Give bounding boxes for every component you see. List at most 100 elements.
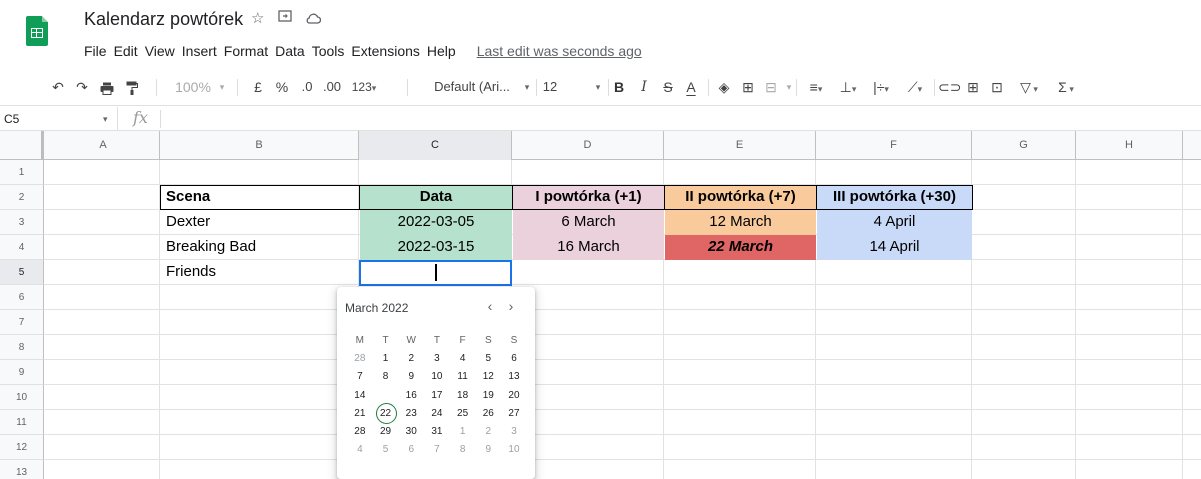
menu-insert[interactable]: Insert xyxy=(182,43,217,59)
menu-file[interactable]: File xyxy=(84,43,107,59)
menu-view[interactable]: View xyxy=(145,43,175,59)
strikethrough-button[interactable]: S xyxy=(660,68,676,106)
undo-icon[interactable]: ↶ xyxy=(48,68,68,106)
day-cell[interactable]: 1 xyxy=(373,350,399,368)
merge-cells-icon[interactable]: ⊟ xyxy=(761,68,781,106)
font-size-chevron-icon[interactable]: ▾ xyxy=(592,68,604,106)
font-select[interactable]: Default (Ari... xyxy=(424,68,520,106)
format-percent-button[interactable]: % xyxy=(275,68,289,106)
document-title[interactable]: Kalendarz powtórek xyxy=(84,9,243,30)
day-cell[interactable]: 12 xyxy=(475,368,501,386)
day-cell[interactable]: 6 xyxy=(398,441,424,459)
day-cell[interactable]: 31 xyxy=(424,423,450,441)
row-header-8[interactable]: 8 xyxy=(0,335,44,360)
day-cell[interactable]: 5 xyxy=(373,441,399,459)
cell-d2[interactable]: I powtórka (+1) xyxy=(512,185,665,210)
star-icon[interactable]: ☆ xyxy=(251,9,264,27)
cell-c3[interactable]: 2022-03-05 xyxy=(360,210,512,235)
insert-comment-icon[interactable]: ⊞ xyxy=(963,68,983,106)
day-cell[interactable]: 5 xyxy=(475,350,501,368)
day-cell[interactable]: 18 xyxy=(450,387,476,405)
cell-c4[interactable]: 2022-03-15 xyxy=(360,235,512,260)
menu-help[interactable]: Help xyxy=(427,43,456,59)
font-size-select[interactable]: 12 xyxy=(540,68,560,106)
insert-link-icon[interactable]: ⊂⊃ xyxy=(938,68,961,106)
filter-icon[interactable]: ▽ ▾ xyxy=(1012,68,1046,106)
cell-b4[interactable]: Breaking Bad xyxy=(160,235,359,260)
cell-b3[interactable]: Dexter xyxy=(160,210,359,235)
row-header-5[interactable]: 5 xyxy=(0,260,44,285)
row-header-3[interactable]: 3 xyxy=(0,210,44,235)
row-header-4[interactable]: 4 xyxy=(0,235,44,260)
menu-data[interactable]: Data xyxy=(275,43,305,59)
cell-c2[interactable]: Data xyxy=(359,185,513,210)
print-icon[interactable] xyxy=(96,68,118,106)
day-cell[interactable]: 28 xyxy=(347,423,373,441)
day-cell[interactable]: 28 xyxy=(347,350,373,368)
row-header-9[interactable]: 9 xyxy=(0,360,44,385)
vertical-align-icon[interactable]: ⊥▾ xyxy=(834,68,862,106)
menu-format[interactable]: Format xyxy=(224,43,268,59)
day-cell[interactable]: 2 xyxy=(398,350,424,368)
move-to-folder-icon[interactable] xyxy=(278,9,292,26)
text-wrapping-icon[interactable]: |÷▾ xyxy=(866,68,896,106)
name-box-chevron-icon[interactable]: ▾ xyxy=(103,107,108,131)
day-cell[interactable]: 11 xyxy=(450,368,476,386)
format-currency-button[interactable]: £ xyxy=(251,68,265,106)
column-header-b[interactable]: B xyxy=(160,131,359,160)
day-cell[interactable]: 10 xyxy=(501,441,527,459)
bold-button[interactable]: B xyxy=(612,68,626,106)
day-cell[interactable]: 10 xyxy=(424,368,450,386)
sheets-logo-icon[interactable] xyxy=(26,16,48,46)
column-header-d[interactable]: D xyxy=(512,131,664,160)
row-header-1[interactable]: 1 xyxy=(0,160,44,185)
day-cell[interactable]: 7 xyxy=(347,368,373,386)
fill-color-icon[interactable]: ◈ xyxy=(714,68,734,106)
day-cell[interactable]: 23 xyxy=(398,405,424,423)
text-rotation-icon[interactable]: ⟋▾ xyxy=(900,68,930,106)
select-all-corner[interactable] xyxy=(0,131,44,160)
day-cell[interactable]: 29 xyxy=(373,423,399,441)
row-header-11[interactable]: 11 xyxy=(0,410,44,435)
column-header-f[interactable]: F xyxy=(816,131,972,160)
day-cell[interactable]: 8 xyxy=(450,441,476,459)
day-cell[interactable]: 1 xyxy=(450,423,476,441)
day-cell[interactable]: 3 xyxy=(501,423,527,441)
cell-d4[interactable]: 16 March xyxy=(513,235,664,260)
column-header-h[interactable]: H xyxy=(1076,131,1183,160)
column-header-g[interactable]: G xyxy=(972,131,1076,160)
row-header-10[interactable]: 10 xyxy=(0,385,44,410)
menu-edit[interactable]: Edit xyxy=(114,43,138,59)
font-chevron-icon[interactable]: ▾ xyxy=(521,68,533,106)
merge-chevron-icon[interactable]: ▾ xyxy=(783,68,795,106)
decrease-decimals-button[interactable]: .0 xyxy=(297,68,317,106)
day-cell[interactable]: 9 xyxy=(475,441,501,459)
day-cell[interactable]: 4 xyxy=(450,350,476,368)
cell-f4[interactable]: 14 April xyxy=(817,235,972,260)
increase-decimals-button[interactable]: .00 xyxy=(319,68,345,106)
borders-icon[interactable]: ⊞ xyxy=(738,68,758,106)
day-cell[interactable]: 3 xyxy=(424,350,450,368)
cell-d3[interactable]: 6 March xyxy=(513,210,664,235)
day-cell[interactable]: 25 xyxy=(450,405,476,423)
day-cell[interactable]: 14 xyxy=(347,387,373,405)
cell-f3[interactable]: 4 April xyxy=(817,210,972,235)
cell-b2[interactable]: Scena xyxy=(160,185,360,210)
day-cell[interactable]: 19 xyxy=(475,387,501,405)
text-color-button[interactable]: A xyxy=(683,68,699,106)
zoom-select[interactable]: 100% xyxy=(173,68,213,106)
row-header-13[interactable]: 13 xyxy=(0,460,44,479)
day-cell-today[interactable]: 22 xyxy=(373,402,399,424)
column-header-a[interactable]: A xyxy=(47,131,160,160)
day-cell[interactable]: 13 xyxy=(501,368,527,386)
row-header-12[interactable]: 12 xyxy=(0,435,44,460)
cloud-status-icon[interactable] xyxy=(305,11,322,28)
row-header-7[interactable]: 7 xyxy=(0,310,44,335)
cell-e4[interactable]: 22 March xyxy=(665,235,816,260)
row-header-2[interactable]: 2 xyxy=(0,185,44,210)
day-cell[interactable]: 2 xyxy=(475,423,501,441)
cell-e2[interactable]: II powtórka (+7) xyxy=(664,185,817,210)
more-formats-button[interactable]: 123▾ xyxy=(346,68,382,106)
column-header-c[interactable]: C xyxy=(359,131,512,160)
day-cell[interactable]: 30 xyxy=(398,423,424,441)
